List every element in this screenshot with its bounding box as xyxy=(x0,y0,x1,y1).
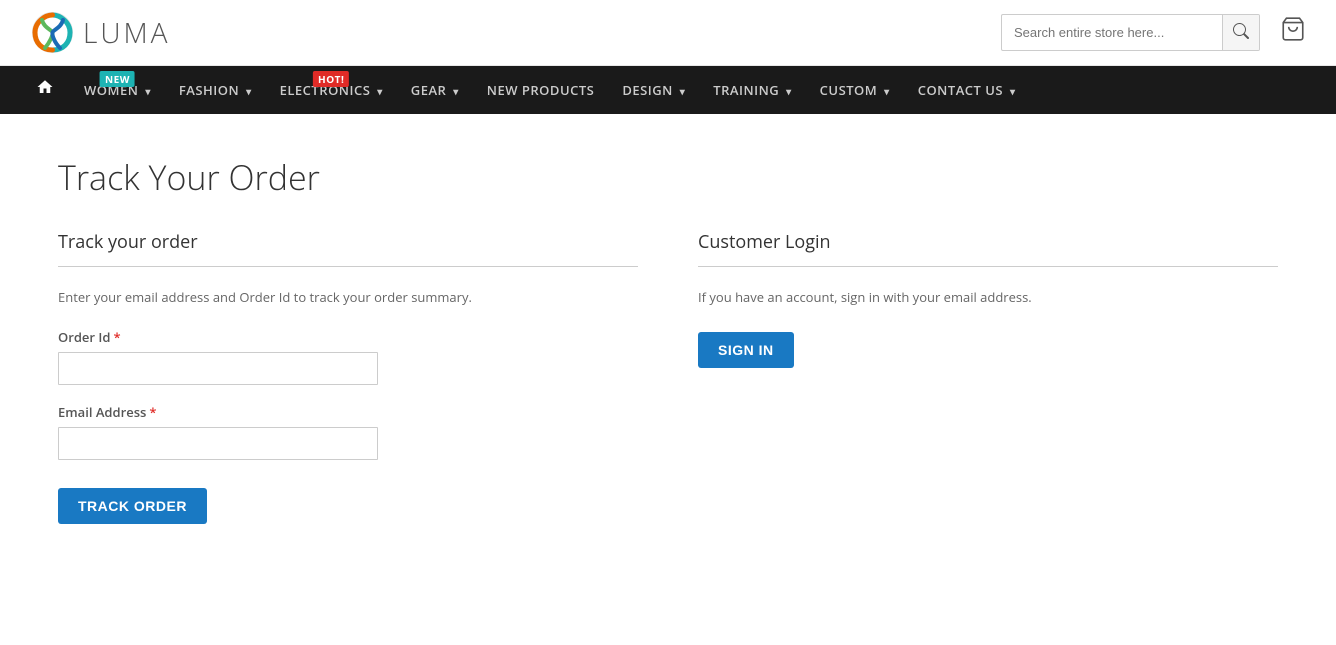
main-content: Track Your Order Track your order Enter … xyxy=(28,114,1308,564)
nav-item-training[interactable]: TRAINING ▾ xyxy=(699,67,805,113)
nav-item-design-label: DESIGN xyxy=(622,81,673,99)
chevron-down-icon: ▾ xyxy=(377,84,383,98)
customer-login-title: Customer Login xyxy=(698,230,1278,267)
email-input[interactable] xyxy=(58,427,378,460)
search-area xyxy=(1001,14,1306,51)
track-order-section-title: Track your order xyxy=(58,230,638,267)
nav-item-design[interactable]: DESIGN ▾ xyxy=(608,67,699,113)
nav-item-gear-label: GEAR xyxy=(411,81,447,99)
nav-item-training-label: TRAINING xyxy=(713,81,779,99)
nav-item-fashion-label: FASHION xyxy=(179,81,239,99)
chevron-down-icon: ▾ xyxy=(1010,84,1016,98)
search-box xyxy=(1001,14,1260,51)
chevron-down-icon: ▾ xyxy=(680,84,686,98)
email-label: Email Address* xyxy=(58,403,638,421)
site-header: LUMA xyxy=(0,0,1336,66)
nav-item-new-products-label: NEW PRODUCTS xyxy=(487,81,595,99)
nav-home-button[interactable] xyxy=(20,66,70,114)
chevron-down-icon: ▾ xyxy=(786,84,792,98)
chevron-down-icon: ▾ xyxy=(884,84,890,98)
logo-text: LUMA xyxy=(83,14,170,52)
order-id-label: Order Id* xyxy=(58,328,638,346)
search-button[interactable] xyxy=(1222,15,1259,50)
nav-item-contact-us-label: CONTACT US xyxy=(918,81,1003,99)
page-title: Track Your Order xyxy=(58,154,1278,200)
chevron-down-icon: ▾ xyxy=(246,84,252,98)
logo-area[interactable]: LUMA xyxy=(30,10,170,55)
main-nav: New WOMEN ▾ FASHION ▾ Hot! ELECTRONICS ▾… xyxy=(0,66,1336,114)
cart-icon[interactable] xyxy=(1280,16,1306,49)
nav-item-gear[interactable]: GEAR ▾ xyxy=(397,67,473,113)
search-input[interactable] xyxy=(1002,17,1222,48)
nav-item-electronics[interactable]: Hot! ELECTRONICS ▾ xyxy=(266,67,397,113)
required-star: * xyxy=(113,328,120,346)
chevron-down-icon: ▾ xyxy=(453,84,459,98)
nav-badge-hot: Hot! xyxy=(313,71,349,87)
luma-logo-icon xyxy=(30,10,75,55)
track-order-button[interactable]: Track Order xyxy=(58,488,207,524)
customer-login-section: Customer Login If you have an account, s… xyxy=(698,230,1278,524)
nav-item-contact-us[interactable]: CONTACT US ▾ xyxy=(904,67,1030,113)
nav-item-custom[interactable]: CUSTOM ▾ xyxy=(806,67,904,113)
required-star: * xyxy=(149,403,156,421)
customer-login-description: If you have an account, sign in with you… xyxy=(698,287,1278,308)
sign-in-button[interactable]: Sign In xyxy=(698,332,794,368)
nav-item-women[interactable]: New WOMEN ▾ xyxy=(70,67,165,113)
order-id-group: Order Id* xyxy=(58,328,638,385)
nav-item-new-products[interactable]: NEW PRODUCTS xyxy=(473,67,609,113)
nav-item-custom-label: CUSTOM xyxy=(820,81,878,99)
nav-item-fashion[interactable]: FASHION ▾ xyxy=(165,67,266,113)
chevron-down-icon: ▾ xyxy=(145,84,151,98)
email-group: Email Address* xyxy=(58,403,638,460)
nav-badge-new: New xyxy=(100,71,135,87)
track-order-section: Track your order Enter your email addres… xyxy=(58,230,638,524)
content-grid: Track your order Enter your email addres… xyxy=(58,230,1278,524)
order-id-input[interactable] xyxy=(58,352,378,385)
track-order-description: Enter your email address and Order Id to… xyxy=(58,287,638,308)
